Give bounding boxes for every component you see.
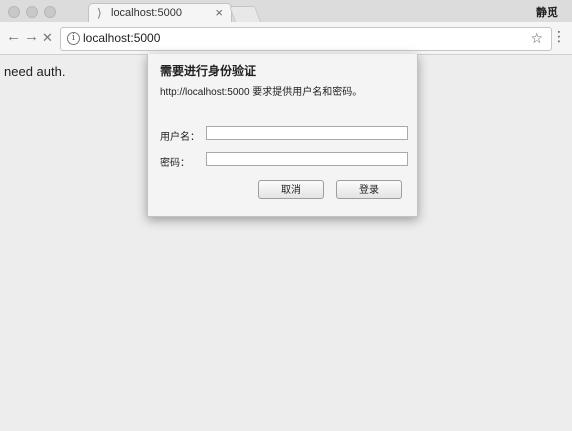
bookmark-star-icon[interactable]: ☆ [530, 30, 543, 47]
close-window-button[interactable] [8, 6, 20, 18]
back-icon[interactable]: ← [6, 28, 21, 45]
address-bar[interactable]: i localhost:5000 ☆ [60, 27, 552, 51]
password-label: 密码： [160, 158, 190, 169]
new-tab-button[interactable] [229, 6, 261, 22]
browser-toolbar: ← → ✕ i localhost:5000 ☆ ⋮ [0, 22, 572, 55]
menu-icon[interactable]: ⋮ [552, 28, 566, 45]
username-label: 用户名： [160, 132, 200, 143]
login-button[interactable]: 登录 [336, 180, 402, 199]
url-text[interactable]: localhost:5000 [83, 31, 160, 45]
window-controls [8, 6, 56, 18]
page-icon: ⟩ [97, 6, 102, 20]
tab-title: localhost:5000 [111, 7, 182, 19]
cancel-button[interactable]: 取消 [258, 180, 324, 199]
auth-dialog: 需要进行身份验证 http://localhost:5000 要求提供用户名和密… [147, 54, 418, 217]
page-body-text: need auth. [4, 64, 66, 79]
username-input[interactable] [206, 126, 408, 140]
tab-close-icon[interactable]: × [215, 5, 223, 20]
dialog-message: http://localhost:5000 要求提供用户名和密码。 [160, 87, 363, 98]
minimize-window-button[interactable] [26, 6, 38, 18]
dialog-title: 需要进行身份验证 [160, 64, 257, 78]
tab-bar: ⟩ localhost:5000 × 静觅 [0, 0, 572, 23]
stop-icon[interactable]: ✕ [42, 30, 53, 46]
tab-localhost[interactable]: ⟩ localhost:5000 × [88, 3, 232, 23]
forward-icon[interactable]: → [24, 28, 39, 45]
password-input[interactable] [206, 152, 408, 166]
maximize-window-button[interactable] [44, 6, 56, 18]
info-icon[interactable]: i [67, 32, 80, 45]
profile-name[interactable]: 静觅 [536, 4, 558, 20]
